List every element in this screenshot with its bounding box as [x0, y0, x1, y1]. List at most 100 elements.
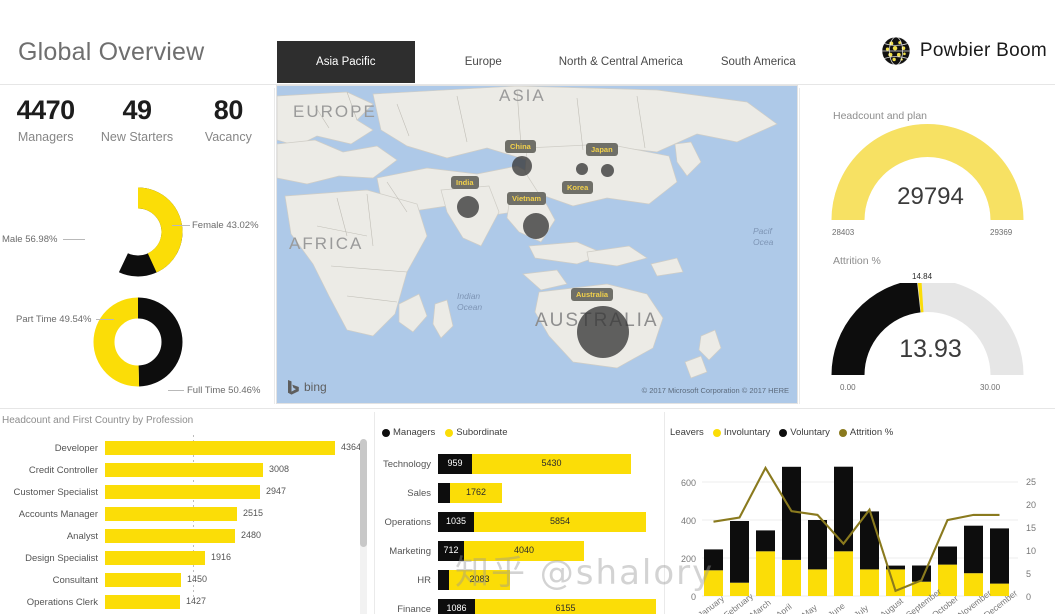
dept-subordinate-5: 6155	[475, 599, 656, 614]
dept-track-2: 1035 5854	[438, 512, 665, 532]
map-bubble-australia[interactable]	[577, 306, 629, 358]
attrition-gauge-target-label: 14.84	[912, 272, 932, 281]
profession-track-5: 1916	[105, 551, 359, 565]
dept-managers-2: 1035	[438, 512, 474, 532]
table-row[interactable]: Developer 4364	[0, 439, 359, 457]
table-row[interactable]: Sales 1762	[380, 481, 665, 505]
contract-donut-svg	[90, 294, 186, 390]
profession-val-0: 4364	[341, 442, 361, 452]
legend-subordinate[interactable]: Subordinate	[445, 427, 507, 438]
map-bubble-china[interactable]	[512, 156, 532, 176]
table-row[interactable]: HR 2083	[380, 568, 665, 592]
leavers-plot[interactable]: 0 200 400 600 0 5 10 15 20 25	[670, 450, 1055, 610]
region-tabs: Asia Pacific Europe North & Central Amer…	[277, 41, 827, 83]
table-row[interactable]: Design Specialist 1916	[0, 549, 359, 567]
bing-logo[interactable]: bing	[287, 379, 327, 395]
table-row[interactable]: Operations 1035 5854	[380, 510, 665, 534]
profession-val-6: 1450	[187, 574, 207, 584]
map-pin-china[interactable]: China	[505, 140, 536, 153]
world-map[interactable]: EUROPE ASIA AFRICA AUSTRALIA IndianOcean…	[276, 85, 798, 404]
dept-subordinate-3: 4040	[464, 541, 584, 561]
dept-subordinate-label-1: 1762	[450, 487, 502, 497]
dept-managers-4	[438, 570, 449, 590]
legend-involuntary[interactable]: Involuntary	[713, 427, 770, 438]
legend-attrition-label: Attrition %	[850, 427, 893, 438]
contract-parttime-leader	[96, 319, 114, 320]
dept-subordinate-1: 1762	[450, 483, 502, 503]
profession-chart: Headcount and First Country by Professio…	[0, 415, 373, 614]
dept-managers-label-0: 959	[438, 458, 472, 468]
profession-track-3: 2515	[105, 507, 359, 521]
profession-scrollbar[interactable]	[360, 439, 367, 614]
kpi-managers-value: 4470	[0, 95, 91, 126]
dept-cat-2: Operations	[380, 517, 438, 528]
table-row[interactable]: Credit Controller 3008	[0, 461, 359, 479]
headcount-gauge: Headcount and plan 29794 28403 29369	[800, 105, 1055, 245]
svg-text:0: 0	[691, 592, 696, 602]
map-bubble-korea[interactable]	[576, 163, 588, 175]
tab-europe[interactable]: Europe	[415, 41, 553, 83]
map-credit: © 2017 Microsoft Corporation © 2017 HERE	[642, 386, 789, 395]
profession-cat-5: Design Specialist	[0, 553, 105, 564]
table-row[interactable]: Marketing 712 4040	[380, 539, 665, 563]
attrition-gauge-title: Attrition %	[833, 255, 881, 267]
map-bubble-vietnam[interactable]	[523, 213, 549, 239]
legend-involuntary-label: Involuntary	[724, 427, 770, 438]
map-pin-australia[interactable]: Australia	[571, 288, 613, 301]
table-row[interactable]: Finance 1086 6155	[380, 597, 665, 614]
leavers-legend: Leavers Involuntary Voluntary Attrition …	[670, 427, 893, 438]
dept-track-5: 1086 6155	[438, 599, 665, 614]
dept-track-3: 712 4040	[438, 541, 665, 561]
legend-voluntary[interactable]: Voluntary	[779, 427, 830, 438]
table-row[interactable]: Technology 959 5430	[380, 452, 665, 476]
dept-managers-label-3: 712	[438, 545, 464, 555]
kpi-row: 4470 Managers 49 New Starters 80 Vacancy	[0, 95, 274, 170]
left-panel-divider	[274, 88, 275, 404]
profession-bar-1	[105, 463, 263, 477]
tab-north-central-america[interactable]: North & Central America	[552, 41, 690, 83]
map-ocean-pacific: PacifOcea	[753, 226, 773, 247]
profession-bar-rows: Developer 4364 Credit Controller 3008 Cu…	[0, 439, 359, 614]
table-row[interactable]: Customer Specialist 2947	[0, 483, 359, 501]
table-row[interactable]: Analyst 2480	[0, 527, 359, 545]
map-bubble-india[interactable]	[457, 196, 479, 218]
profession-track-6: 1450	[105, 573, 359, 587]
bing-icon	[287, 379, 300, 395]
legend-managers[interactable]: Managers	[382, 427, 435, 438]
bottom-divider	[0, 408, 1055, 409]
profession-scrollbar-thumb[interactable]	[360, 439, 367, 547]
legend-voluntary-label: Voluntary	[790, 427, 830, 438]
gender-male-leader	[63, 239, 85, 240]
profession-track-4: 2480	[105, 529, 359, 543]
attrition-gauge-value: 13.93	[803, 335, 1055, 364]
legend-subordinate-label: Subordinate	[456, 427, 507, 438]
brand-name: Powbier Boom	[920, 40, 1047, 62]
dept-cat-0: Technology	[380, 459, 438, 470]
kpi-new-starters-value: 49	[91, 95, 182, 126]
profession-val-2: 2947	[266, 486, 286, 496]
dept-managers-3: 712	[438, 541, 464, 561]
table-row[interactable]: Accounts Manager 2515	[0, 505, 359, 523]
gender-male-label: Male 56.98%	[2, 234, 57, 245]
attrition-gauge-min: 0.00	[840, 383, 856, 392]
tab-south-america[interactable]: South America	[690, 41, 828, 83]
headcount-gauge-value: 29794	[803, 183, 1055, 211]
kpi-managers-label: Managers	[0, 130, 91, 144]
table-row[interactable]: Operations Clerk 1427	[0, 593, 359, 611]
tab-asia-pacific[interactable]: Asia Pacific	[277, 41, 415, 83]
svg-text:400: 400	[681, 516, 696, 526]
map-pin-india[interactable]: India	[451, 176, 479, 189]
dept-subordinate-label-2: 5854	[474, 516, 646, 526]
profession-val-7: 1427	[186, 596, 206, 606]
legend-involuntary-swatch	[713, 429, 721, 437]
profession-stack-divider	[374, 412, 375, 614]
legend-attrition-pct[interactable]: Attrition %	[839, 427, 893, 438]
profession-bar-0	[105, 441, 335, 455]
table-row[interactable]: Consultant 1450	[0, 571, 359, 589]
department-rows: Technology 959 5430 Sales	[380, 452, 665, 614]
dept-managers-5: 1086	[438, 599, 475, 614]
map-pin-japan[interactable]: Japan	[586, 143, 618, 156]
map-bubble-japan[interactable]	[601, 164, 614, 177]
map-pin-vietnam[interactable]: Vietnam	[507, 192, 546, 205]
map-pin-korea[interactable]: Korea	[562, 181, 593, 194]
